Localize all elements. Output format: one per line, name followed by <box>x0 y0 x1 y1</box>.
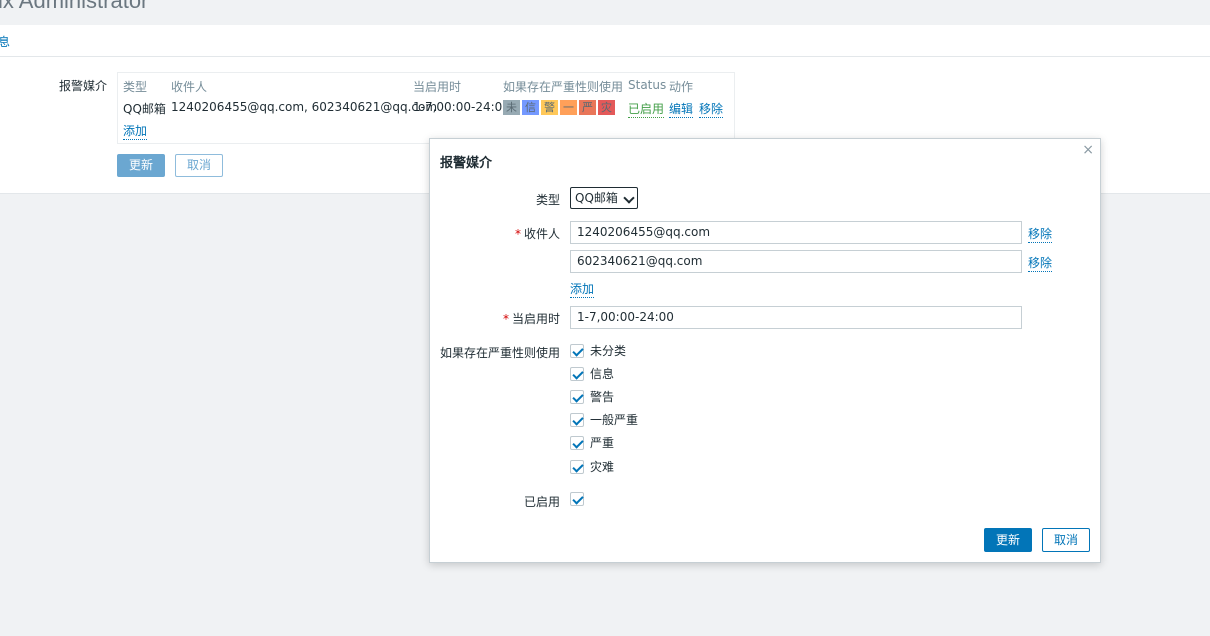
severity-badge-not-classified: 未 <box>503 100 520 115</box>
row-status-toggle[interactable]: 已启用 <box>628 100 665 118</box>
type-label: 类型 <box>535 193 560 207</box>
severity-option-label: 警告 <box>590 390 615 404</box>
media-field-label: 报警媒介 <box>58 79 107 93</box>
dialog-cancel-button[interactable]: 取消 <box>1042 528 1090 552</box>
severity-option-label: 灾难 <box>590 460 615 474</box>
checkmark-icon[interactable] <box>570 367 584 381</box>
type-select[interactable]: QQ邮箱 <box>570 187 638 209</box>
severity-option-label: 未分类 <box>590 344 627 358</box>
severity-option-label: 严重 <box>590 436 615 450</box>
checkmark-icon[interactable] <box>570 460 584 474</box>
col-type: 类型 <box>123 80 148 94</box>
severity-badge-average: 一 <box>560 100 577 115</box>
col-recipient: 收件人 <box>171 80 208 94</box>
row-remove-link[interactable]: 移除 <box>699 100 724 118</box>
row-when-active: 1-7,00:00-24:00 <box>413 100 510 114</box>
severity-badge-information: 信 <box>522 100 539 115</box>
severity-option-label: 信息 <box>590 367 615 381</box>
recipient-label: * 收件人 <box>514 227 560 241</box>
severity-label: 如果存在严重性则使用 <box>439 346 560 360</box>
col-severity: 如果存在严重性则使用 <box>503 80 624 94</box>
add-media-link[interactable]: 添加 <box>123 122 148 140</box>
severity-badge-high: 严 <box>579 100 596 115</box>
col-when-active: 当启用时 <box>413 80 462 94</box>
dialog-title: 报警媒介 <box>440 156 493 171</box>
enabled-label: 已启用 <box>523 495 560 509</box>
media-table: 类型 收件人 当启用时 如果存在严重性则使用 Status 动作 QQ邮箱 12… <box>117 72 735 144</box>
severity-badge-disaster: 灾 <box>598 100 615 115</box>
page-title: ix Administrator <box>0 0 149 13</box>
chevron-down-icon <box>623 192 635 204</box>
col-action: 动作 <box>669 80 694 94</box>
col-status: Status <box>628 78 667 92</box>
row-type: QQ邮箱 <box>123 102 166 116</box>
checkmark-icon[interactable] <box>570 344 584 358</box>
cancel-button[interactable]: 取消 <box>175 154 223 177</box>
recipient-input-2[interactable]: 602340621@qq.com <box>570 250 1022 273</box>
update-button[interactable]: 更新 <box>117 154 165 177</box>
tab-bar: 息 <box>0 25 1210 57</box>
checkmark-icon[interactable] <box>570 492 584 506</box>
checkmark-icon[interactable] <box>570 436 584 450</box>
checkmark-icon[interactable] <box>570 390 584 404</box>
severity-badge-warning: 警 <box>541 100 558 115</box>
add-recipient-link[interactable]: 添加 <box>570 280 595 298</box>
row-edit-link[interactable]: 编辑 <box>669 100 694 118</box>
type-select-value: QQ邮箱 <box>575 191 618 205</box>
row-recipients: 1240206455@qq.com, 602340621@qq.com <box>171 100 438 114</box>
severity-option-label: 一般严重 <box>590 413 639 427</box>
close-icon[interactable]: × <box>1082 142 1094 158</box>
recipient-input-1[interactable]: 1240206455@qq.com <box>570 221 1022 244</box>
when-active-label-text: 当启用时 <box>511 312 560 326</box>
checkmark-icon[interactable] <box>570 413 584 427</box>
when-active-label: * 当启用时 <box>502 312 560 326</box>
media-dialog: 报警媒介 × 类型 QQ邮箱 * 收件人 1240206455@qq.com 移除… <box>429 138 1101 563</box>
remove-recipient-1-link[interactable]: 移除 <box>1028 225 1053 243</box>
page-header: ix Administrator <box>0 0 1210 14</box>
recipient-label-text: 收件人 <box>523 227 560 241</box>
tab-info[interactable]: 息 <box>0 33 10 50</box>
when-active-input[interactable]: 1-7,00:00-24:00 <box>570 306 1022 329</box>
remove-recipient-2-link[interactable]: 移除 <box>1028 254 1053 272</box>
dialog-update-button[interactable]: 更新 <box>984 528 1032 552</box>
